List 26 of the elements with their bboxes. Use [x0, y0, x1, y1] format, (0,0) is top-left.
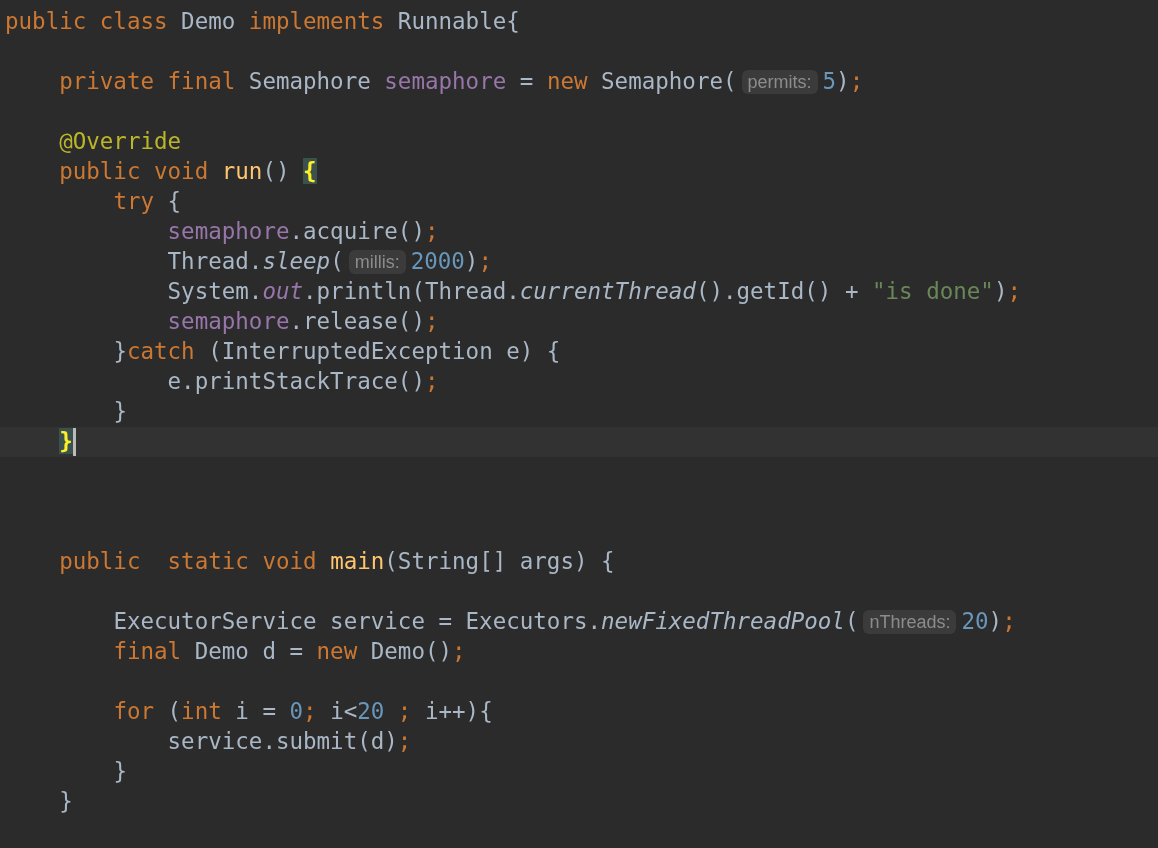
- code-text: try {: [113, 187, 182, 217]
- code-text: 5);: [822, 67, 864, 97]
- code-text: private final Semaphore semaphore = new Semaphore(: [59, 67, 737, 97]
- code-text: service.submit(d);: [167, 727, 412, 757]
- code-text: }: [59, 427, 73, 457]
- code-text: System.out.println(Thread.currentThread().getId() + "is done");: [167, 277, 1021, 307]
- code-text: }: [113, 397, 127, 427]
- code-text: }: [59, 787, 73, 817]
- parameter-hint: nThreads:: [863, 610, 957, 634]
- code-text: @Override: [59, 127, 182, 157]
- code-text: semaphore.release();: [167, 307, 439, 337]
- code-text: public void run() {: [59, 157, 317, 187]
- code-text: }: [113, 757, 127, 787]
- code-text: e.printStackTrace();: [167, 367, 439, 397]
- code-text: }catch (InterruptedException e) {: [113, 337, 561, 367]
- code-text: public static void main(String[] args) {: [59, 547, 615, 577]
- code-text: ExecutorService service = Executors.newFixedThreadPool(: [113, 607, 859, 637]
- code-text: Thread.sleep(: [167, 247, 344, 277]
- code-text: 20);: [961, 607, 1016, 637]
- code-text: 2000);: [410, 247, 492, 277]
- code-text: final Demo d = new Demo();: [113, 637, 466, 667]
- code-text: for (int i = 0; i<20 ; i++){: [113, 697, 493, 727]
- code-text: public class Demo implements Runnable{: [5, 7, 520, 37]
- parameter-hint: millis:: [348, 250, 406, 274]
- code-text: semaphore.acquire();: [167, 217, 439, 247]
- parameter-hint: permits:: [741, 70, 818, 94]
